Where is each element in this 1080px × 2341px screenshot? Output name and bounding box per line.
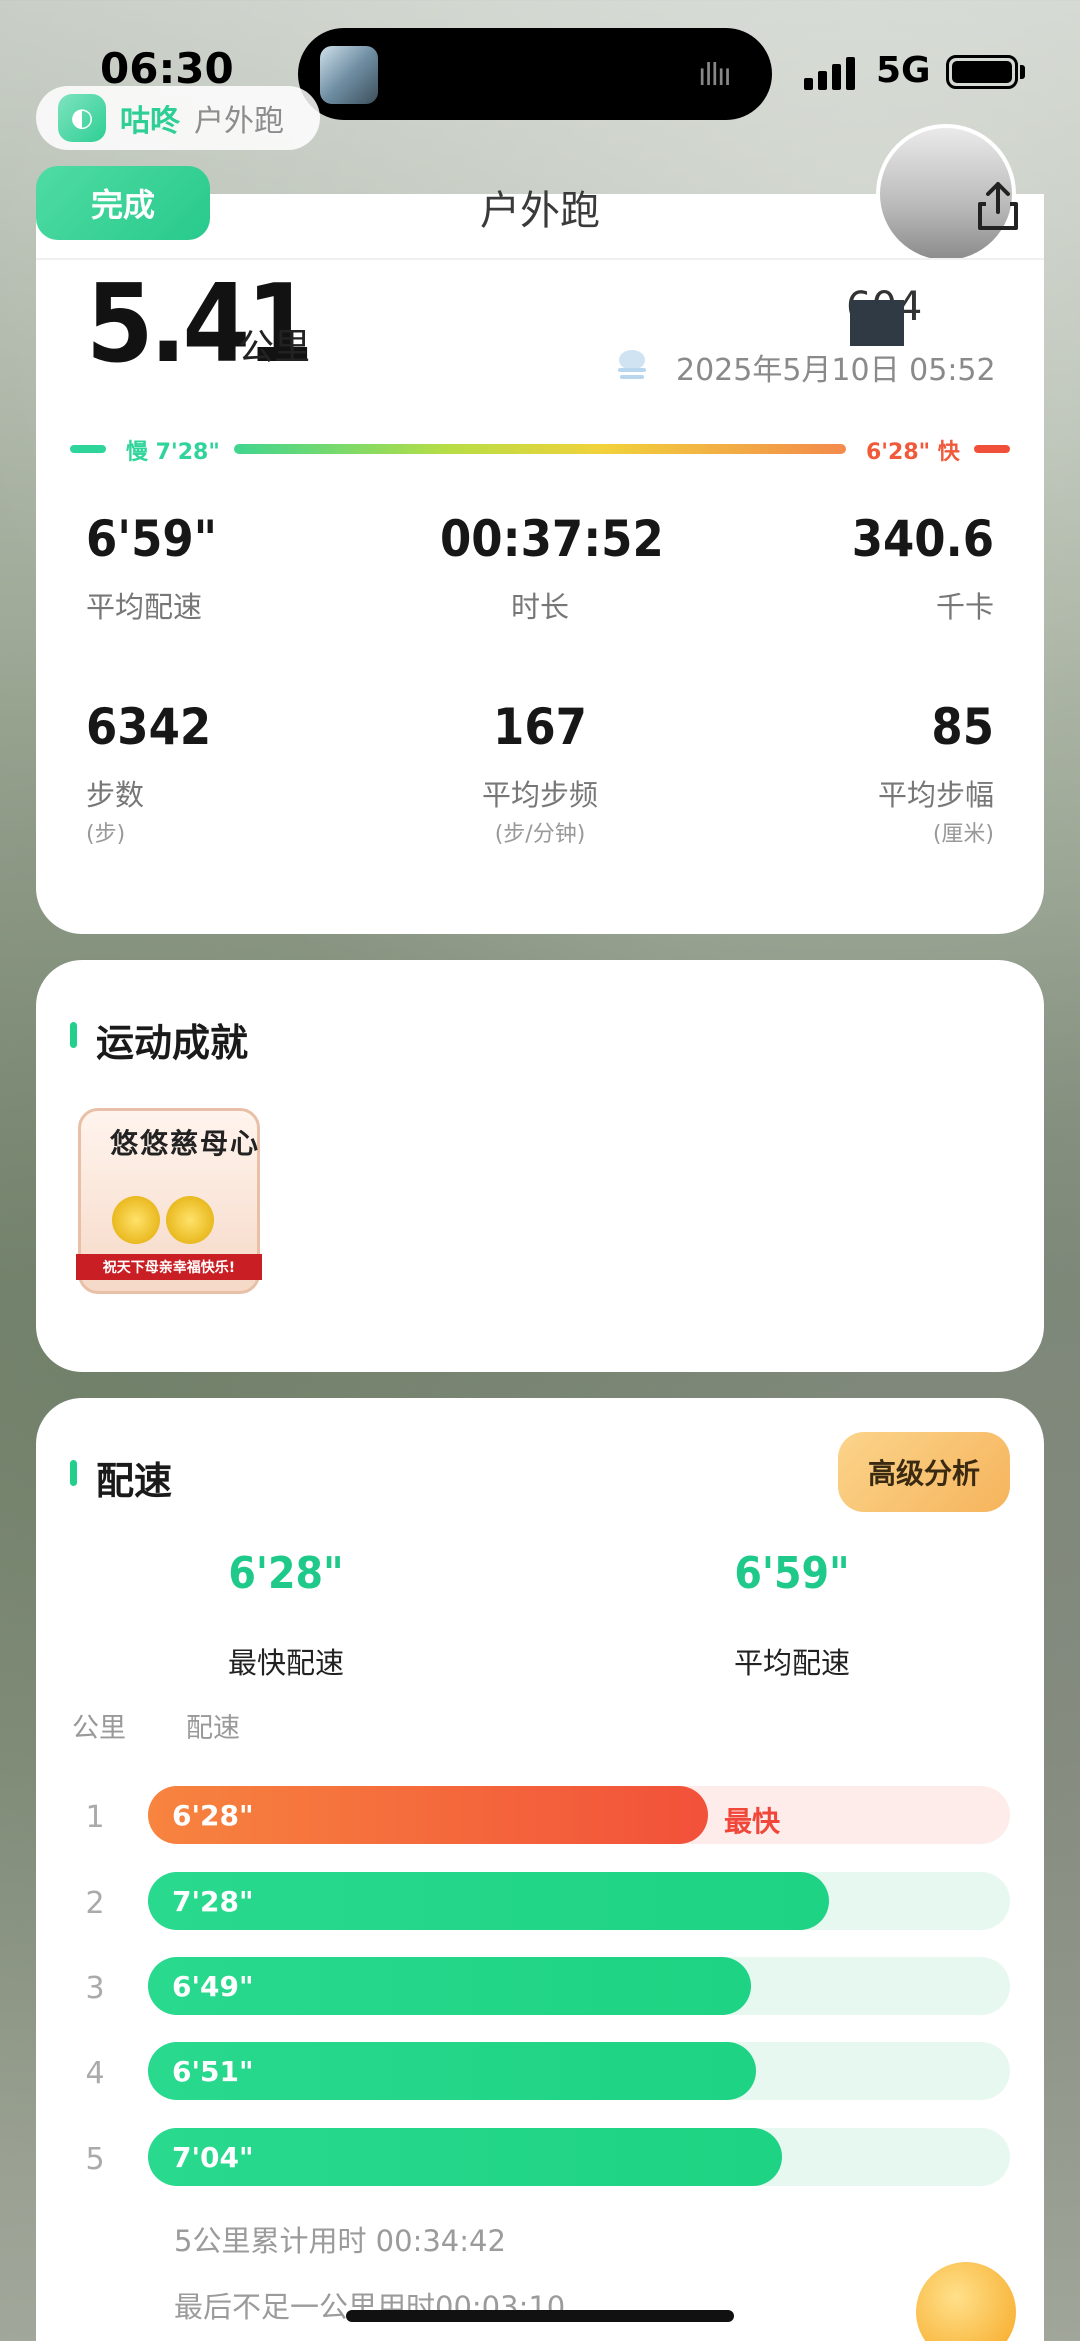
home-indicator[interactable] — [346, 2310, 734, 2322]
battery-icon — [946, 55, 1018, 89]
steps-unit: (步) — [86, 822, 126, 847]
fast-legend-dash — [974, 445, 1010, 453]
steps-value: 6342 — [86, 698, 212, 756]
achievements-title: 运动成就 — [96, 1021, 249, 1065]
split-track: 6'28" — [148, 1786, 1010, 1844]
app-logo-icon: ◐ — [58, 94, 106, 142]
cadence-value: 167 — [493, 698, 587, 756]
stride-label: 平均步幅 — [877, 778, 994, 812]
split-km: 1 — [85, 1800, 105, 1835]
medal-ornament-icon — [166, 1196, 214, 1244]
pace-title: 配速 — [96, 1459, 173, 1503]
split-km: 4 — [85, 2056, 105, 2091]
split-pace: 6'28" — [172, 1798, 254, 1832]
run-datetime: 2025年5月10日 05:52 — [676, 353, 996, 388]
split-pace: 6'51" — [172, 2054, 254, 2088]
avg-pace-value: 6'59" — [86, 510, 218, 568]
share-icon[interactable] — [968, 176, 1028, 236]
medal-title: 悠悠慈母心 — [110, 1127, 261, 1160]
average-pace-value: 6'59" — [734, 1548, 850, 1599]
pace-accent — [70, 1460, 77, 1486]
pace-card — [36, 1398, 1044, 2341]
split-bar: 7'28" — [148, 1872, 829, 1930]
split-km: 2 — [85, 1886, 105, 1921]
km-column-header: 公里 — [72, 1713, 126, 1744]
done-button[interactable]: 完成 — [36, 166, 210, 240]
distance-unit: 公里 — [238, 327, 311, 368]
audio-wave-icon: ıllıı — [698, 58, 732, 93]
split-bar: 7'04" — [148, 2128, 782, 2186]
fastest-tag: 最快 — [724, 1805, 781, 1838]
split-pace: 7'04" — [172, 2140, 254, 2174]
medal-ornament-icon — [112, 1196, 160, 1244]
avg-pace-label: 平均配速 — [86, 590, 203, 624]
cloud-weather-icon — [618, 350, 646, 379]
duration-label: 时长 — [510, 590, 569, 624]
pace-column-header: 配速 — [186, 1713, 240, 1744]
split-track: 7'28" — [148, 1872, 1010, 1930]
stride-unit: (厘米) — [932, 822, 994, 847]
app-pill: ◐ 咕咚 户外跑 — [36, 86, 320, 150]
app-name: 咕咚 — [120, 104, 180, 139]
split-bar: 6'28" — [148, 1786, 709, 1844]
split-pace: 7'28" — [172, 1884, 254, 1918]
split-pace: 6'49" — [172, 1969, 254, 2003]
cadence-unit: (步/分钟) — [494, 822, 586, 847]
signal-icon — [804, 56, 855, 90]
medal-ribbon: 祝天下母亲幸福快乐! — [76, 1254, 262, 1280]
pace-gradient-bar — [234, 444, 846, 454]
steps-label: 步数 — [86, 778, 145, 812]
split-bar: 6'51" — [148, 2042, 756, 2100]
fast-pace-label: 6'28" 快 — [866, 440, 960, 465]
cadence-label: 平均步频 — [481, 778, 598, 812]
slow-legend-dash — [70, 445, 106, 453]
split-track: 6'49" — [148, 1957, 1010, 2015]
cumulative-time: 5公里累计用时 00:34:42 — [174, 2224, 506, 2258]
fastest-pace-value: 6'28" — [228, 1548, 344, 1599]
split-track: 7'04" — [148, 2128, 1010, 2186]
battery-cap — [1020, 65, 1025, 79]
app-subtitle: 户外跑 — [194, 104, 284, 139]
stride-value: 85 — [931, 698, 994, 756]
header-divider — [36, 258, 1044, 260]
network-type: 5G — [876, 50, 931, 91]
media-thumbnail — [320, 46, 378, 104]
achievements-accent — [70, 1022, 77, 1048]
advanced-analysis-button[interactable]: 高级分析 — [838, 1432, 1010, 1512]
slow-pace-label: 慢 7'28" — [126, 440, 220, 465]
split-track: 6'51" — [148, 2042, 1010, 2100]
calories-label: 千卡 — [935, 590, 994, 624]
split-bar: 6'49" — [148, 1957, 752, 2015]
average-pace-label: 平均配速 — [733, 1646, 850, 1680]
split-km: 5 — [85, 2142, 105, 2177]
calories-value: 340.6 — [851, 510, 994, 568]
fastest-pace-label: 最快配速 — [227, 1646, 344, 1680]
duration-value: 00:37:52 — [440, 510, 664, 568]
redaction-box — [850, 300, 904, 346]
split-km: 3 — [85, 1971, 105, 2006]
